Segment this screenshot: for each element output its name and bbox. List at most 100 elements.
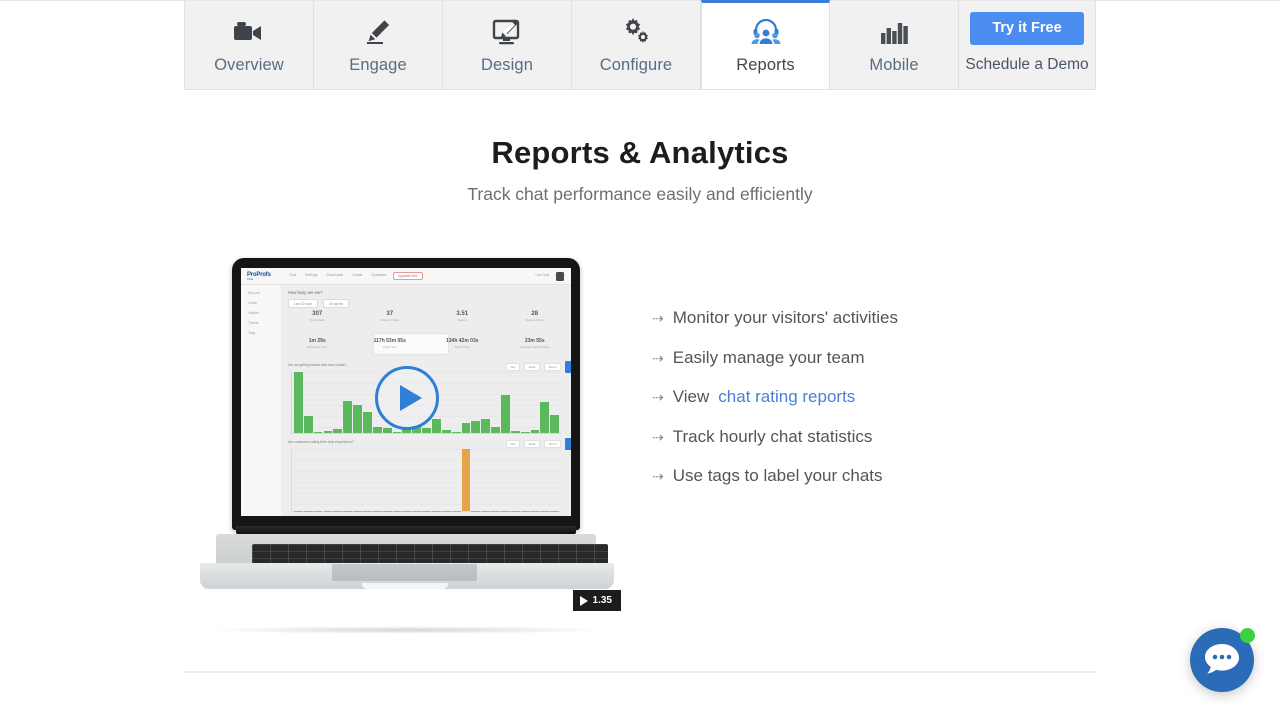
dashboard-stat: 134h 42m 03s Total Online — [426, 338, 499, 349]
dashboard-stat-value: 28 — [531, 311, 539, 317]
chart-bar — [520, 431, 530, 433]
chart-range-day: Day — [506, 363, 521, 371]
arrow-bullet-icon: ⇢ — [652, 468, 664, 485]
dashboard-avatar — [556, 271, 564, 281]
dashboard-chart1-question: Are we getting busier with more chats? — [288, 363, 347, 367]
dashboard-stat-label: Chat Time — [382, 345, 397, 349]
dashboard-sidebar-item: Chats — [248, 301, 257, 305]
chart-bar — [481, 419, 491, 433]
tab-design-label: Design — [481, 56, 533, 74]
dashboard-menu-item: Create — [352, 273, 363, 277]
chart-bar — [333, 428, 343, 433]
chart-bar — [501, 394, 510, 433]
laptop-trackpad — [332, 564, 477, 581]
chart-bar — [441, 430, 451, 433]
play-triangle-icon — [399, 385, 422, 411]
dashboard-stat-value: 1m 29s — [308, 338, 326, 344]
dashboard-side-tab — [565, 361, 571, 373]
dashboard-chart-ratings: Are customers rating their chat experien… — [281, 438, 571, 516]
feature-text: Monitor your visitors' activities — [672, 308, 898, 327]
dashboard-stat-value: 3.51 — [456, 311, 469, 317]
list-item: ⇢ View chat rating reports — [652, 387, 1082, 407]
video-duration-badge: 1.35 — [572, 590, 621, 611]
try-it-free-button[interactable]: Try it Free — [970, 12, 1084, 45]
dashboard-stat-value: 134h 42m 03s — [445, 338, 479, 344]
chart-bar — [422, 428, 431, 433]
tab-overview[interactable]: Overview — [185, 1, 314, 89]
dashboard-filter-daterange: Last 30 days — [288, 299, 319, 308]
section-divider — [184, 671, 1096, 673]
chat-rating-reports-link[interactable]: chat rating reports — [718, 387, 855, 407]
tab-overview-label: Overview — [214, 56, 284, 74]
chart-bar — [343, 401, 353, 433]
tab-mobile-label: Mobile — [869, 56, 919, 74]
tab-configure[interactable]: Configure — [572, 1, 701, 89]
dashboard-chart2-range-buttons: Day Week Month — [506, 440, 561, 448]
list-item: ⇢ Use tags to label your chats — [652, 466, 1082, 486]
dashboard-title: How busy are we? — [288, 290, 323, 295]
page-title: Reports & Analytics — [491, 135, 789, 170]
dashboard-stat-label: Missed Chats — [380, 318, 399, 322]
chart-bar — [372, 427, 382, 433]
dashboard-chart2-bars — [294, 449, 560, 511]
product-tab-nav: Overview Engage Design Configure Reports… — [184, 0, 1096, 90]
page-subtitle: Track chat performance easily and effici… — [467, 184, 813, 204]
dashboard-stat-label: Total Online — [454, 345, 471, 349]
chart-range-month: Month — [544, 440, 561, 448]
chart-bar — [294, 372, 303, 433]
dashboard-side-tab — [565, 438, 571, 450]
dashboard-stat-label: Average Chat Duration — [519, 345, 550, 349]
dashboard-stat-value: 37 — [386, 311, 394, 317]
feature-text: Easily manage your team — [672, 347, 865, 367]
video-play-button[interactable] — [375, 366, 439, 430]
page-root: Overview Engage Design Configure Reports… — [0, 0, 1280, 720]
chart-bar — [510, 430, 520, 433]
dashboard-filter-agents: All agents — [323, 299, 350, 308]
people-headset-icon — [750, 14, 782, 50]
play-triangle-icon — [579, 595, 588, 606]
gears-icon — [622, 14, 650, 50]
dashboard-stat-value: 117h 53m 05s — [373, 338, 406, 344]
schedule-a-demo-link[interactable]: Schedule a Demo — [965, 56, 1088, 74]
dashboard-menu-item: Operators — [371, 273, 387, 277]
dashboard-stat: 23m 55s Average Chat Duration — [499, 338, 572, 349]
dashboard-stat-value: 23m 55s — [524, 338, 545, 344]
list-item: ⇢ Monitor your visitors' activities — [652, 308, 1082, 328]
chart-bar — [461, 449, 471, 511]
tab-configure-label: Configure — [599, 56, 673, 74]
video-camera-icon — [234, 14, 264, 50]
tab-mobile[interactable]: Mobile — [830, 1, 959, 89]
laptop-shadow — [204, 626, 610, 634]
dashboard-sidebar-item: Visitors — [248, 311, 260, 315]
dashboard-stat-label: Response Time — [306, 345, 328, 349]
chart-bar — [530, 430, 540, 433]
dashboard-stat: 1m 29s Response Time — [281, 338, 354, 349]
chat-widget-button[interactable] — [1190, 628, 1255, 692]
chart-bar — [461, 423, 471, 433]
chart-bar — [353, 405, 362, 433]
chart-bar — [540, 401, 550, 433]
tab-design[interactable]: Design — [443, 1, 572, 89]
dashboard-right-text: Live Chat — [535, 273, 549, 277]
chart-bar — [550, 414, 560, 433]
tab-reports[interactable]: Reports — [701, 0, 830, 89]
list-item: ⇢ Easily manage your team — [652, 348, 1082, 368]
chart-bar — [303, 416, 313, 433]
list-item: ⇢ Track hourly chat statistics — [652, 427, 1082, 447]
chat-status-dot — [1240, 628, 1255, 643]
chart-bar — [382, 428, 392, 433]
chart-bar — [392, 431, 402, 433]
arrow-bullet-icon: ⇢ — [652, 349, 664, 366]
chart-range-week: Week — [524, 363, 541, 371]
dashboard-sidebar: Reports Chats Visitors Tickets Tags — [241, 285, 281, 516]
laptop-front-notch — [362, 583, 448, 589]
tab-engage[interactable]: Engage — [314, 1, 443, 89]
feature-text: Track hourly chat statistics — [672, 426, 873, 446]
nav-cta-group: Try it Free Schedule a Demo — [959, 1, 1095, 89]
dashboard-stat-label: Rating — [457, 318, 467, 322]
dashboard-stat: 28 Repeat Chats — [499, 311, 572, 322]
chart-bar — [471, 420, 481, 433]
dashboard-sidebar-item: Tags — [248, 331, 256, 335]
laptop-video-mockup[interactable]: ProProfs Chat Chat Settings Downloads Cr… — [192, 258, 622, 634]
dashboard-chart2-question: Are customers rating their chat experien… — [288, 440, 354, 444]
